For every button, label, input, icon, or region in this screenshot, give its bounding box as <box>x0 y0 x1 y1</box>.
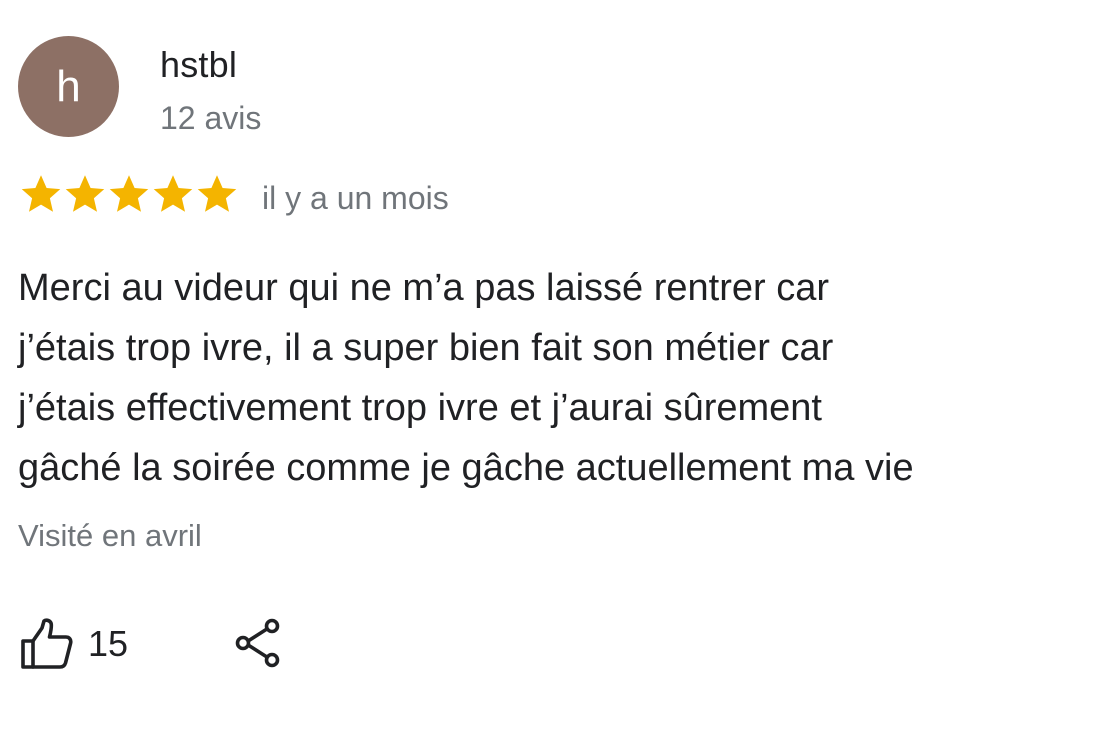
review-card: h hstbl 12 avis il y a un mois Merci au … <box>0 0 1100 731</box>
share-button[interactable] <box>234 618 282 668</box>
review-time: il y a un mois <box>262 180 449 216</box>
avatar-initial: h <box>56 61 81 111</box>
review-text: Merci au videur qui ne m’a pas laissé re… <box>18 258 1098 498</box>
review-text-line: j’étais effectivement trop ivre et j’aur… <box>18 387 822 429</box>
review-text-line: Merci au videur qui ne m’a pas laissé re… <box>18 267 830 309</box>
share-icon <box>235 618 280 668</box>
star-icon <box>65 175 105 212</box>
star-icon <box>197 175 237 212</box>
star-icon <box>21 175 61 212</box>
star-icon <box>153 175 193 212</box>
like-count: 15 <box>88 623 129 664</box>
author-name[interactable]: hstbl <box>160 44 237 86</box>
author-review-count: 12 avis <box>160 100 262 136</box>
star-rating <box>19 172 239 216</box>
avatar[interactable]: h <box>18 36 119 137</box>
thumbs-up-icon <box>21 618 73 669</box>
review-text-line: gâché la soirée comme je gâche actuellem… <box>18 447 914 489</box>
visited-date: Visité en avril <box>18 518 202 553</box>
review-text-line: j’étais trop ivre, il a super bien fait … <box>18 327 834 369</box>
star-icon <box>109 175 149 212</box>
like-button[interactable]: 15 <box>20 618 128 670</box>
